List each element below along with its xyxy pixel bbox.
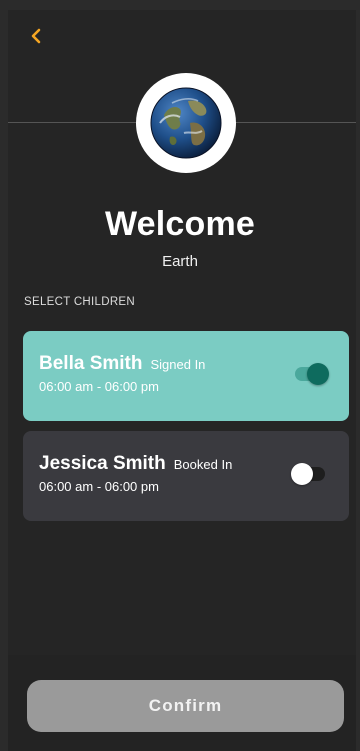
child-status: Booked In	[173, 457, 233, 472]
child-time: 06:00 am - 06:00 pm	[39, 479, 159, 494]
confirm-button[interactable]: Confirm	[27, 680, 344, 732]
child-time: 06:00 am - 06:00 pm	[39, 379, 159, 394]
welcome-screen: Welcome Earth SELECT CHILDREN Bella Smit…	[0, 0, 360, 751]
chevron-left-icon	[31, 28, 41, 44]
select-child-toggle[interactable]	[295, 363, 329, 385]
back-button[interactable]	[22, 22, 50, 50]
avatar	[136, 73, 236, 173]
toggle-knob	[291, 463, 313, 485]
child-name: Jessica Smith	[39, 453, 166, 474]
earth-globe-icon	[150, 87, 222, 159]
select-children-label: SELECT CHILDREN	[24, 296, 136, 308]
toggle-knob	[307, 363, 329, 385]
child-status: Signed In	[150, 357, 206, 372]
welcome-title: Welcome	[104, 205, 256, 243]
child-name: Bella Smith	[39, 353, 143, 374]
child-card-jessica-smith[interactable]: Jessica Smith Booked In 06:00 am - 06:00…	[23, 431, 349, 521]
child-card-bella-smith[interactable]: Bella Smith Signed In 06:00 am - 06:00 p…	[23, 331, 349, 421]
location-subtitle: Earth	[162, 253, 198, 270]
select-child-toggle[interactable]	[291, 463, 325, 485]
